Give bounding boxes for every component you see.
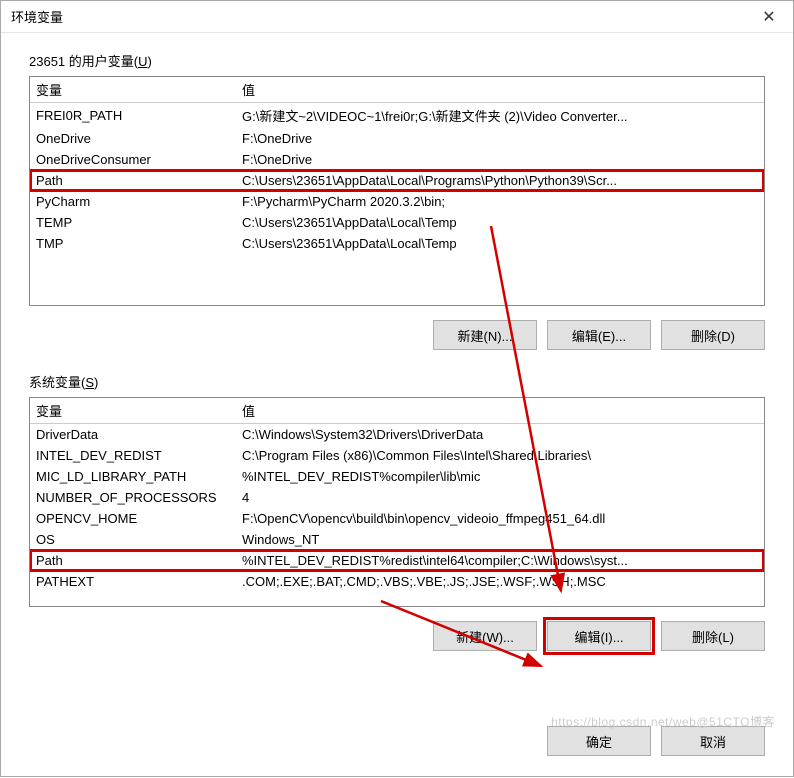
row-value: C:\Users\23651\AppData\Local\Temp (242, 215, 758, 230)
sys-delete-button[interactable]: 删除(L) (661, 621, 765, 651)
titlebar: 环境变量 ✕ (1, 1, 793, 33)
table-row[interactable]: NUMBER_OF_PROCESSORS4 (30, 487, 764, 508)
table-row[interactable]: OPENCV_HOMEF:\OpenCV\opencv\build\bin\op… (30, 508, 764, 529)
row-value: Windows_NT (242, 532, 758, 547)
cancel-button[interactable]: 取消 (661, 726, 765, 756)
sys-edit-button[interactable]: 编辑(I)... (547, 621, 651, 651)
sys-new-button[interactable]: 新建(W)... (433, 621, 537, 651)
row-variable: TEMP (36, 215, 242, 230)
row-variable: OS (36, 532, 242, 547)
row-variable: DriverData (36, 427, 242, 442)
user-vars-buttons: 新建(N)... 编辑(E)... 删除(D) (29, 306, 765, 356)
row-value: F:\Pycharm\PyCharm 2020.3.2\bin; (242, 194, 758, 209)
user-vars-listbox[interactable]: 变量 值 FREI0R_PATHG:\新建文~2\VIDEOC~1\frei0r… (29, 76, 765, 306)
row-variable: MIC_LD_LIBRARY_PATH (36, 469, 242, 484)
row-value: %INTEL_DEV_REDIST%compiler\lib\mic (242, 469, 758, 484)
column-header-value[interactable]: 值 (242, 401, 758, 420)
env-vars-dialog: 环境变量 ✕ 23651 的用户变量(U) 变量 值 FREI0R_PATHG:… (0, 0, 794, 777)
user-vars-section: 23651 的用户变量(U) 变量 值 FREI0R_PATHG:\新建文~2\… (29, 51, 765, 356)
user-new-button[interactable]: 新建(N)... (433, 320, 537, 350)
row-value: .COM;.EXE;.BAT;.CMD;.VBS;.VBE;.JS;.JSE;.… (242, 574, 758, 589)
table-row[interactable]: OneDriveConsumerF:\OneDrive (30, 149, 764, 170)
column-header-value[interactable]: 值 (242, 80, 758, 99)
table-row[interactable]: OSWindows_NT (30, 529, 764, 550)
table-row[interactable]: PATHEXT.COM;.EXE;.BAT;.CMD;.VBS;.VBE;.JS… (30, 571, 764, 592)
row-variable: PyCharm (36, 194, 242, 209)
row-value: C:\Windows\System32\Drivers\DriverData (242, 427, 758, 442)
table-row[interactable]: TMPC:\Users\23651\AppData\Local\Temp (30, 233, 764, 254)
user-edit-button[interactable]: 编辑(E)... (547, 320, 651, 350)
row-variable: PATHEXT (36, 574, 242, 589)
row-variable: FREI0R_PATH (36, 108, 242, 123)
row-variable: Path (36, 553, 242, 568)
row-value: C:\Program Files (x86)\Common Files\Inte… (242, 448, 758, 463)
ok-button[interactable]: 确定 (547, 726, 651, 756)
row-value: C:\Users\23651\AppData\Local\Programs\Py… (242, 173, 758, 188)
dialog-content: 23651 的用户变量(U) 变量 值 FREI0R_PATHG:\新建文~2\… (1, 33, 793, 712)
column-header-variable[interactable]: 变量 (36, 80, 242, 99)
row-variable: OneDrive (36, 131, 242, 146)
table-row[interactable]: PyCharmF:\Pycharm\PyCharm 2020.3.2\bin; (30, 191, 764, 212)
table-row[interactable]: MIC_LD_LIBRARY_PATH%INTEL_DEV_REDIST%com… (30, 466, 764, 487)
table-row[interactable]: Path%INTEL_DEV_REDIST%redist\intel64\com… (30, 550, 764, 571)
row-value: F:\OneDrive (242, 131, 758, 146)
dialog-footer: 确定 取消 (1, 712, 793, 776)
row-variable: OneDriveConsumer (36, 152, 242, 167)
close-icon[interactable]: ✕ (749, 3, 789, 31)
user-vars-label: 23651 的用户变量(U) (29, 51, 765, 70)
row-variable: TMP (36, 236, 242, 251)
table-row[interactable]: PathC:\Users\23651\AppData\Local\Program… (30, 170, 764, 191)
table-row[interactable]: INTEL_DEV_REDISTC:\Program Files (x86)\C… (30, 445, 764, 466)
row-value: %INTEL_DEV_REDIST%redist\intel64\compile… (242, 553, 758, 568)
system-vars-listbox[interactable]: 变量 值 DriverDataC:\Windows\System32\Drive… (29, 397, 765, 607)
row-value: F:\OneDrive (242, 152, 758, 167)
column-header-variable[interactable]: 变量 (36, 401, 242, 420)
row-value: C:\Users\23651\AppData\Local\Temp (242, 236, 758, 251)
row-variable: OPENCV_HOME (36, 511, 242, 526)
row-value: G:\新建文~2\VIDEOC~1\frei0r;G:\新建文件夹 (2)\Vi… (242, 106, 758, 125)
row-value: 4 (242, 490, 758, 505)
table-row[interactable]: FREI0R_PATHG:\新建文~2\VIDEOC~1\frei0r;G:\新… (30, 103, 764, 128)
user-list-header: 变量 值 (30, 77, 764, 103)
system-vars-section: 系统变量(S) 变量 值 DriverDataC:\Windows\System… (29, 372, 765, 657)
system-vars-buttons: 新建(W)... 编辑(I)... 删除(L) (29, 607, 765, 657)
window-title: 环境变量 (11, 7, 749, 26)
sys-list-header: 变量 值 (30, 398, 764, 424)
row-variable: NUMBER_OF_PROCESSORS (36, 490, 242, 505)
row-value: F:\OpenCV\opencv\build\bin\opencv_videoi… (242, 511, 758, 526)
table-row[interactable]: OneDriveF:\OneDrive (30, 128, 764, 149)
user-delete-button[interactable]: 删除(D) (661, 320, 765, 350)
row-variable: Path (36, 173, 242, 188)
system-vars-label: 系统变量(S) (29, 372, 765, 391)
row-variable: INTEL_DEV_REDIST (36, 448, 242, 463)
table-row[interactable]: TEMPC:\Users\23651\AppData\Local\Temp (30, 212, 764, 233)
table-row[interactable]: DriverDataC:\Windows\System32\Drivers\Dr… (30, 424, 764, 445)
